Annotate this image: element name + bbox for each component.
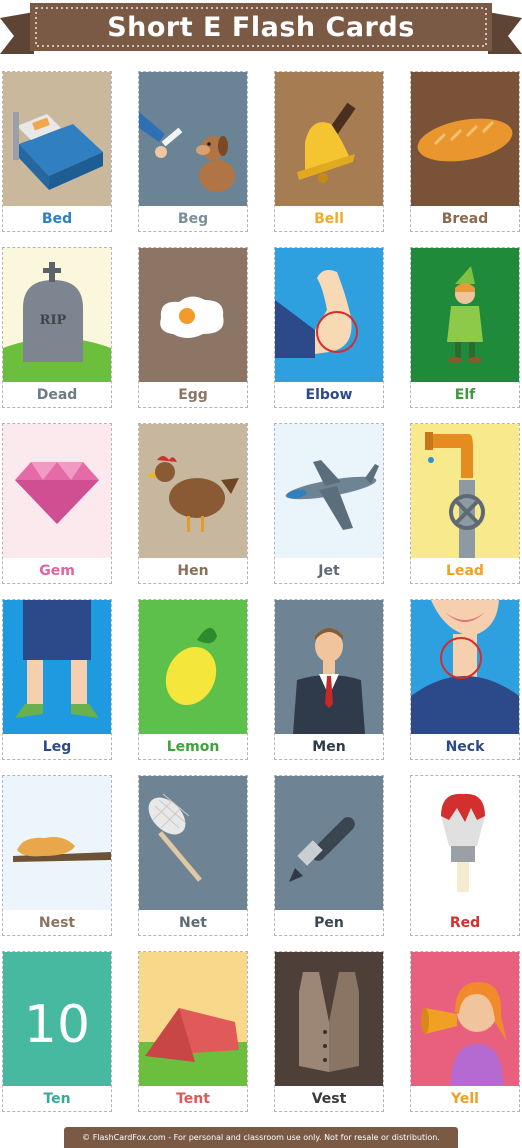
number-ten-icon: 10 bbox=[3, 952, 111, 1086]
flash-card-beg[interactable]: Beg bbox=[138, 71, 248, 232]
flash-card-dead[interactable]: RIP Dead bbox=[2, 247, 112, 408]
card-word: Yell bbox=[451, 1091, 479, 1107]
card-word: Hen bbox=[177, 563, 209, 579]
tombstone-icon: RIP bbox=[3, 248, 111, 382]
flash-card-gem[interactable]: Gem bbox=[2, 423, 112, 584]
flash-card-lead[interactable]: Lead bbox=[410, 423, 520, 584]
card-word: Nest bbox=[38, 915, 76, 931]
card-word: Ten bbox=[43, 1091, 71, 1107]
card-word: Lead bbox=[446, 563, 484, 579]
yelling-girl-icon bbox=[411, 952, 519, 1086]
tent-icon bbox=[139, 952, 247, 1086]
elf-icon bbox=[411, 248, 519, 382]
man-icon bbox=[275, 600, 383, 734]
flash-card-men[interactable]: Men bbox=[274, 599, 384, 760]
neck-icon bbox=[411, 600, 519, 734]
card-word: Jet bbox=[318, 563, 340, 579]
card-word: Red bbox=[449, 915, 481, 931]
flash-card-hen[interactable]: Hen bbox=[138, 423, 248, 584]
card-word: Neck bbox=[445, 739, 485, 755]
bread-icon bbox=[411, 72, 519, 206]
bell-icon bbox=[275, 72, 383, 206]
flash-card-bread[interactable]: Bread bbox=[410, 71, 520, 232]
flash-card-net[interactable]: Net bbox=[138, 775, 248, 936]
flash-card-lemon[interactable]: Lemon bbox=[138, 599, 248, 760]
flash-card-ten[interactable]: 10 Ten bbox=[2, 951, 112, 1112]
pen-icon bbox=[275, 776, 383, 910]
card-word: Bell bbox=[314, 211, 344, 227]
card-word: Pen bbox=[314, 915, 344, 931]
card-word: Bed bbox=[41, 211, 73, 227]
card-word: Men bbox=[312, 739, 346, 755]
flash-card-bell[interactable]: Bell bbox=[274, 71, 384, 232]
hen-icon bbox=[139, 424, 247, 558]
flash-card-pen[interactable]: Pen bbox=[274, 775, 384, 936]
card-word: Bread bbox=[441, 211, 489, 227]
flash-card-neck[interactable]: Neck bbox=[410, 599, 520, 760]
svg-text:RIP: RIP bbox=[40, 313, 67, 328]
lemon-icon bbox=[139, 600, 247, 734]
egg-icon bbox=[139, 248, 247, 382]
card-word: Leg bbox=[42, 739, 72, 755]
copyright-footer: © FlashCardFox.com - For personal and cl… bbox=[64, 1127, 458, 1148]
card-word: Lemon bbox=[166, 739, 220, 755]
card-word: Beg bbox=[177, 211, 209, 227]
jet-icon bbox=[275, 424, 383, 558]
card-word: Elf bbox=[454, 387, 476, 403]
leg-icon bbox=[3, 600, 111, 734]
vest-icon bbox=[275, 952, 383, 1086]
bed-icon bbox=[3, 72, 111, 206]
card-word: Vest bbox=[311, 1091, 347, 1107]
flash-card-tent[interactable]: Tent bbox=[138, 951, 248, 1112]
paintbrush-icon bbox=[411, 776, 519, 910]
ten-glyph: 10 bbox=[24, 995, 90, 1055]
card-word: Elbow bbox=[305, 387, 353, 403]
card-word: Net bbox=[179, 915, 207, 931]
flash-card-leg[interactable]: Leg bbox=[2, 599, 112, 760]
flash-card-red[interactable]: Red bbox=[410, 775, 520, 936]
card-word: Tent bbox=[176, 1091, 210, 1107]
card-word: Gem bbox=[39, 563, 75, 579]
flash-card-yell[interactable]: Yell bbox=[410, 951, 520, 1112]
net-icon bbox=[139, 776, 247, 910]
flash-card-elf[interactable]: Elf bbox=[410, 247, 520, 408]
flash-card-bed[interactable]: Bed bbox=[2, 71, 112, 232]
card-word: Dead bbox=[36, 387, 78, 403]
flash-card-jet[interactable]: Jet bbox=[274, 423, 384, 584]
title-banner: Short E Flash Cards bbox=[0, 0, 522, 62]
flash-card-vest[interactable]: Vest bbox=[274, 951, 384, 1112]
flash-card-elbow[interactable]: Elbow bbox=[274, 247, 384, 408]
flash-card-nest[interactable]: Nest bbox=[2, 775, 112, 936]
dog-icon bbox=[139, 72, 247, 206]
nest-icon bbox=[3, 776, 111, 910]
card-word: Egg bbox=[178, 387, 208, 403]
gem-icon bbox=[3, 424, 111, 558]
flash-card-grid: Bed Beg Bell Bread RIP Dead Egg Elbow El… bbox=[2, 71, 520, 1112]
page-title: Short E Flash Cards bbox=[107, 11, 415, 43]
elbow-icon bbox=[275, 248, 383, 382]
flash-card-egg[interactable]: Egg bbox=[138, 247, 248, 408]
pipe-icon bbox=[411, 424, 519, 558]
